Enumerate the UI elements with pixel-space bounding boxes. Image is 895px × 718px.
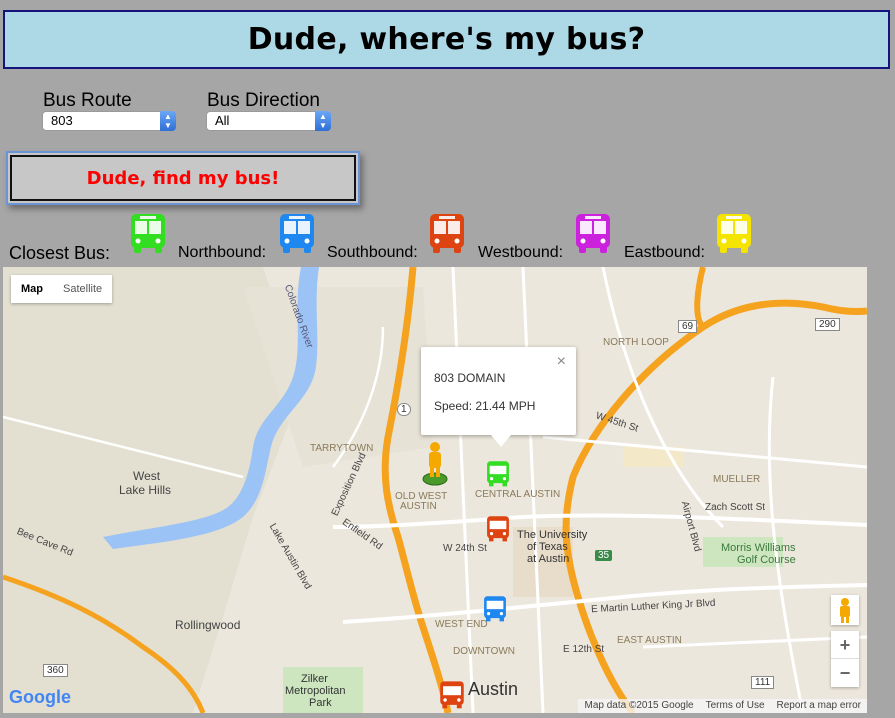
map-label-zach-scott: Zach Scott St bbox=[705, 502, 766, 513]
map-bus-southbound-marker-icon[interactable] bbox=[485, 515, 511, 542]
route-select-value: 803 bbox=[51, 113, 73, 128]
bus-eastbound-icon bbox=[717, 214, 751, 253]
street-view-pegman-icon[interactable] bbox=[420, 441, 450, 487]
map-label-west-lake-hills-2: Lake Hills bbox=[119, 483, 172, 497]
map-label-w24: W 24th St bbox=[443, 543, 487, 554]
map-label-ut-2: of Texas bbox=[527, 541, 568, 553]
direction-select-value: All bbox=[215, 113, 230, 128]
popup-bus-speed: Speed: 21.44 MPH bbox=[434, 399, 536, 413]
map-label-mueller: MUELLER bbox=[713, 474, 761, 485]
legend-closest-label: Closest Bus: bbox=[9, 243, 111, 263]
bus-map[interactable]: TARRYTOWN West Lake Hills OLD WEST AUSTI… bbox=[3, 267, 867, 713]
map-label-east-austin: EAST AUSTIN bbox=[617, 635, 682, 646]
select-chevron-icon: ▲ ▼ bbox=[315, 111, 331, 131]
map-label-ut-3: at Austin bbox=[527, 553, 570, 565]
bus-closest-icon bbox=[131, 214, 165, 253]
map-bus-northbound-marker-icon[interactable] bbox=[482, 595, 508, 622]
bus-westbound-icon bbox=[576, 214, 610, 253]
map-label-hwy-360: 360 bbox=[43, 664, 68, 677]
map-label-e12: E 12th St bbox=[563, 644, 605, 655]
direction-select[interactable]: All ▲ ▼ bbox=[206, 111, 331, 131]
route-select[interactable]: 803 ▲ ▼ bbox=[42, 111, 176, 131]
bus-info-popup: 803 DOMAIN Speed: 21.44 MPH × bbox=[421, 347, 576, 447]
popup-bus-name: 803 DOMAIN bbox=[434, 371, 506, 385]
google-logo: Google bbox=[9, 687, 71, 708]
map-label-hwy-290: 290 bbox=[815, 318, 840, 331]
map-label-hwy-35: 35 bbox=[595, 550, 613, 561]
map-type-satellite-button[interactable]: Satellite bbox=[53, 275, 112, 303]
map-label-hwy-1: 1 bbox=[397, 403, 411, 416]
map-label-zilker-2: Metropolitan bbox=[285, 685, 346, 697]
map-label-zilker-3: Park bbox=[309, 697, 332, 709]
bus-southbound-icon bbox=[430, 214, 464, 253]
direction-label: Bus Direction bbox=[207, 90, 320, 111]
map-label-rollingwood: Rollingwood bbox=[175, 618, 241, 632]
map-label-central-austin: CENTRAL AUSTIN bbox=[475, 489, 561, 500]
legend-northbound-label: Northbound: bbox=[178, 244, 267, 261]
map-label-west-end: WEST END bbox=[435, 619, 488, 630]
map-label-old-west-austin-2: AUSTIN bbox=[400, 501, 437, 512]
zoom-in-button[interactable]: + bbox=[831, 631, 859, 659]
map-data-attribution: Map data ©2015 Google bbox=[584, 700, 694, 711]
map-label-zilker-1: Zilker bbox=[301, 673, 328, 685]
page-header: Dude, where's my bus? bbox=[3, 10, 890, 69]
map-attribution: Map data ©2015 Google Terms of Use Repor… bbox=[578, 699, 867, 713]
map-label-morris-2: Golf Course bbox=[737, 554, 796, 566]
map-label-north-loop: NORTH LOOP bbox=[603, 337, 669, 348]
map-bus-closest-marker-icon[interactable] bbox=[485, 460, 511, 487]
popup-close-icon[interactable]: × bbox=[557, 353, 566, 371]
legend-westbound-label: Westbound: bbox=[478, 244, 564, 261]
map-bus-southbound-marker-icon[interactable] bbox=[438, 680, 466, 709]
find-bus-label: Dude, find my bus! bbox=[86, 167, 280, 189]
map-type-map-button[interactable]: Map bbox=[11, 275, 53, 303]
page-title: Dude, where's my bus? bbox=[247, 22, 646, 57]
map-type-control: Map Satellite bbox=[11, 275, 113, 303]
map-label-west-lake-hills-1: West bbox=[133, 469, 161, 483]
street-view-control[interactable] bbox=[831, 595, 859, 625]
route-label: Bus Route bbox=[43, 90, 132, 111]
map-label-tarrytown: TARRYTOWN bbox=[310, 443, 374, 454]
map-label-hwy-69: 69 bbox=[678, 320, 698, 333]
map-label-morris-1: Morris Williams bbox=[721, 542, 796, 554]
pegman-icon bbox=[840, 598, 850, 623]
find-bus-button[interactable]: Dude, find my bus! bbox=[6, 151, 360, 205]
map-label-austin: Austin bbox=[468, 679, 519, 699]
legend-eastbound-label: Eastbound: bbox=[624, 244, 705, 261]
map-label-downtown: DOWNTOWN bbox=[453, 646, 516, 657]
map-label-hwy-111: 111 bbox=[751, 676, 775, 689]
zoom-control: + − bbox=[831, 631, 859, 687]
map-label-ut-1: The University bbox=[517, 529, 588, 541]
select-chevron-icon: ▲ ▼ bbox=[160, 111, 176, 131]
bus-northbound-icon bbox=[280, 214, 314, 253]
zoom-out-button[interactable]: − bbox=[831, 659, 859, 687]
terms-of-use-link[interactable]: Terms of Use bbox=[706, 699, 765, 713]
legend-southbound-label: Southbound: bbox=[327, 244, 418, 261]
report-map-error-link[interactable]: Report a map error bbox=[777, 699, 861, 713]
google-logo-text: Google bbox=[9, 687, 71, 707]
